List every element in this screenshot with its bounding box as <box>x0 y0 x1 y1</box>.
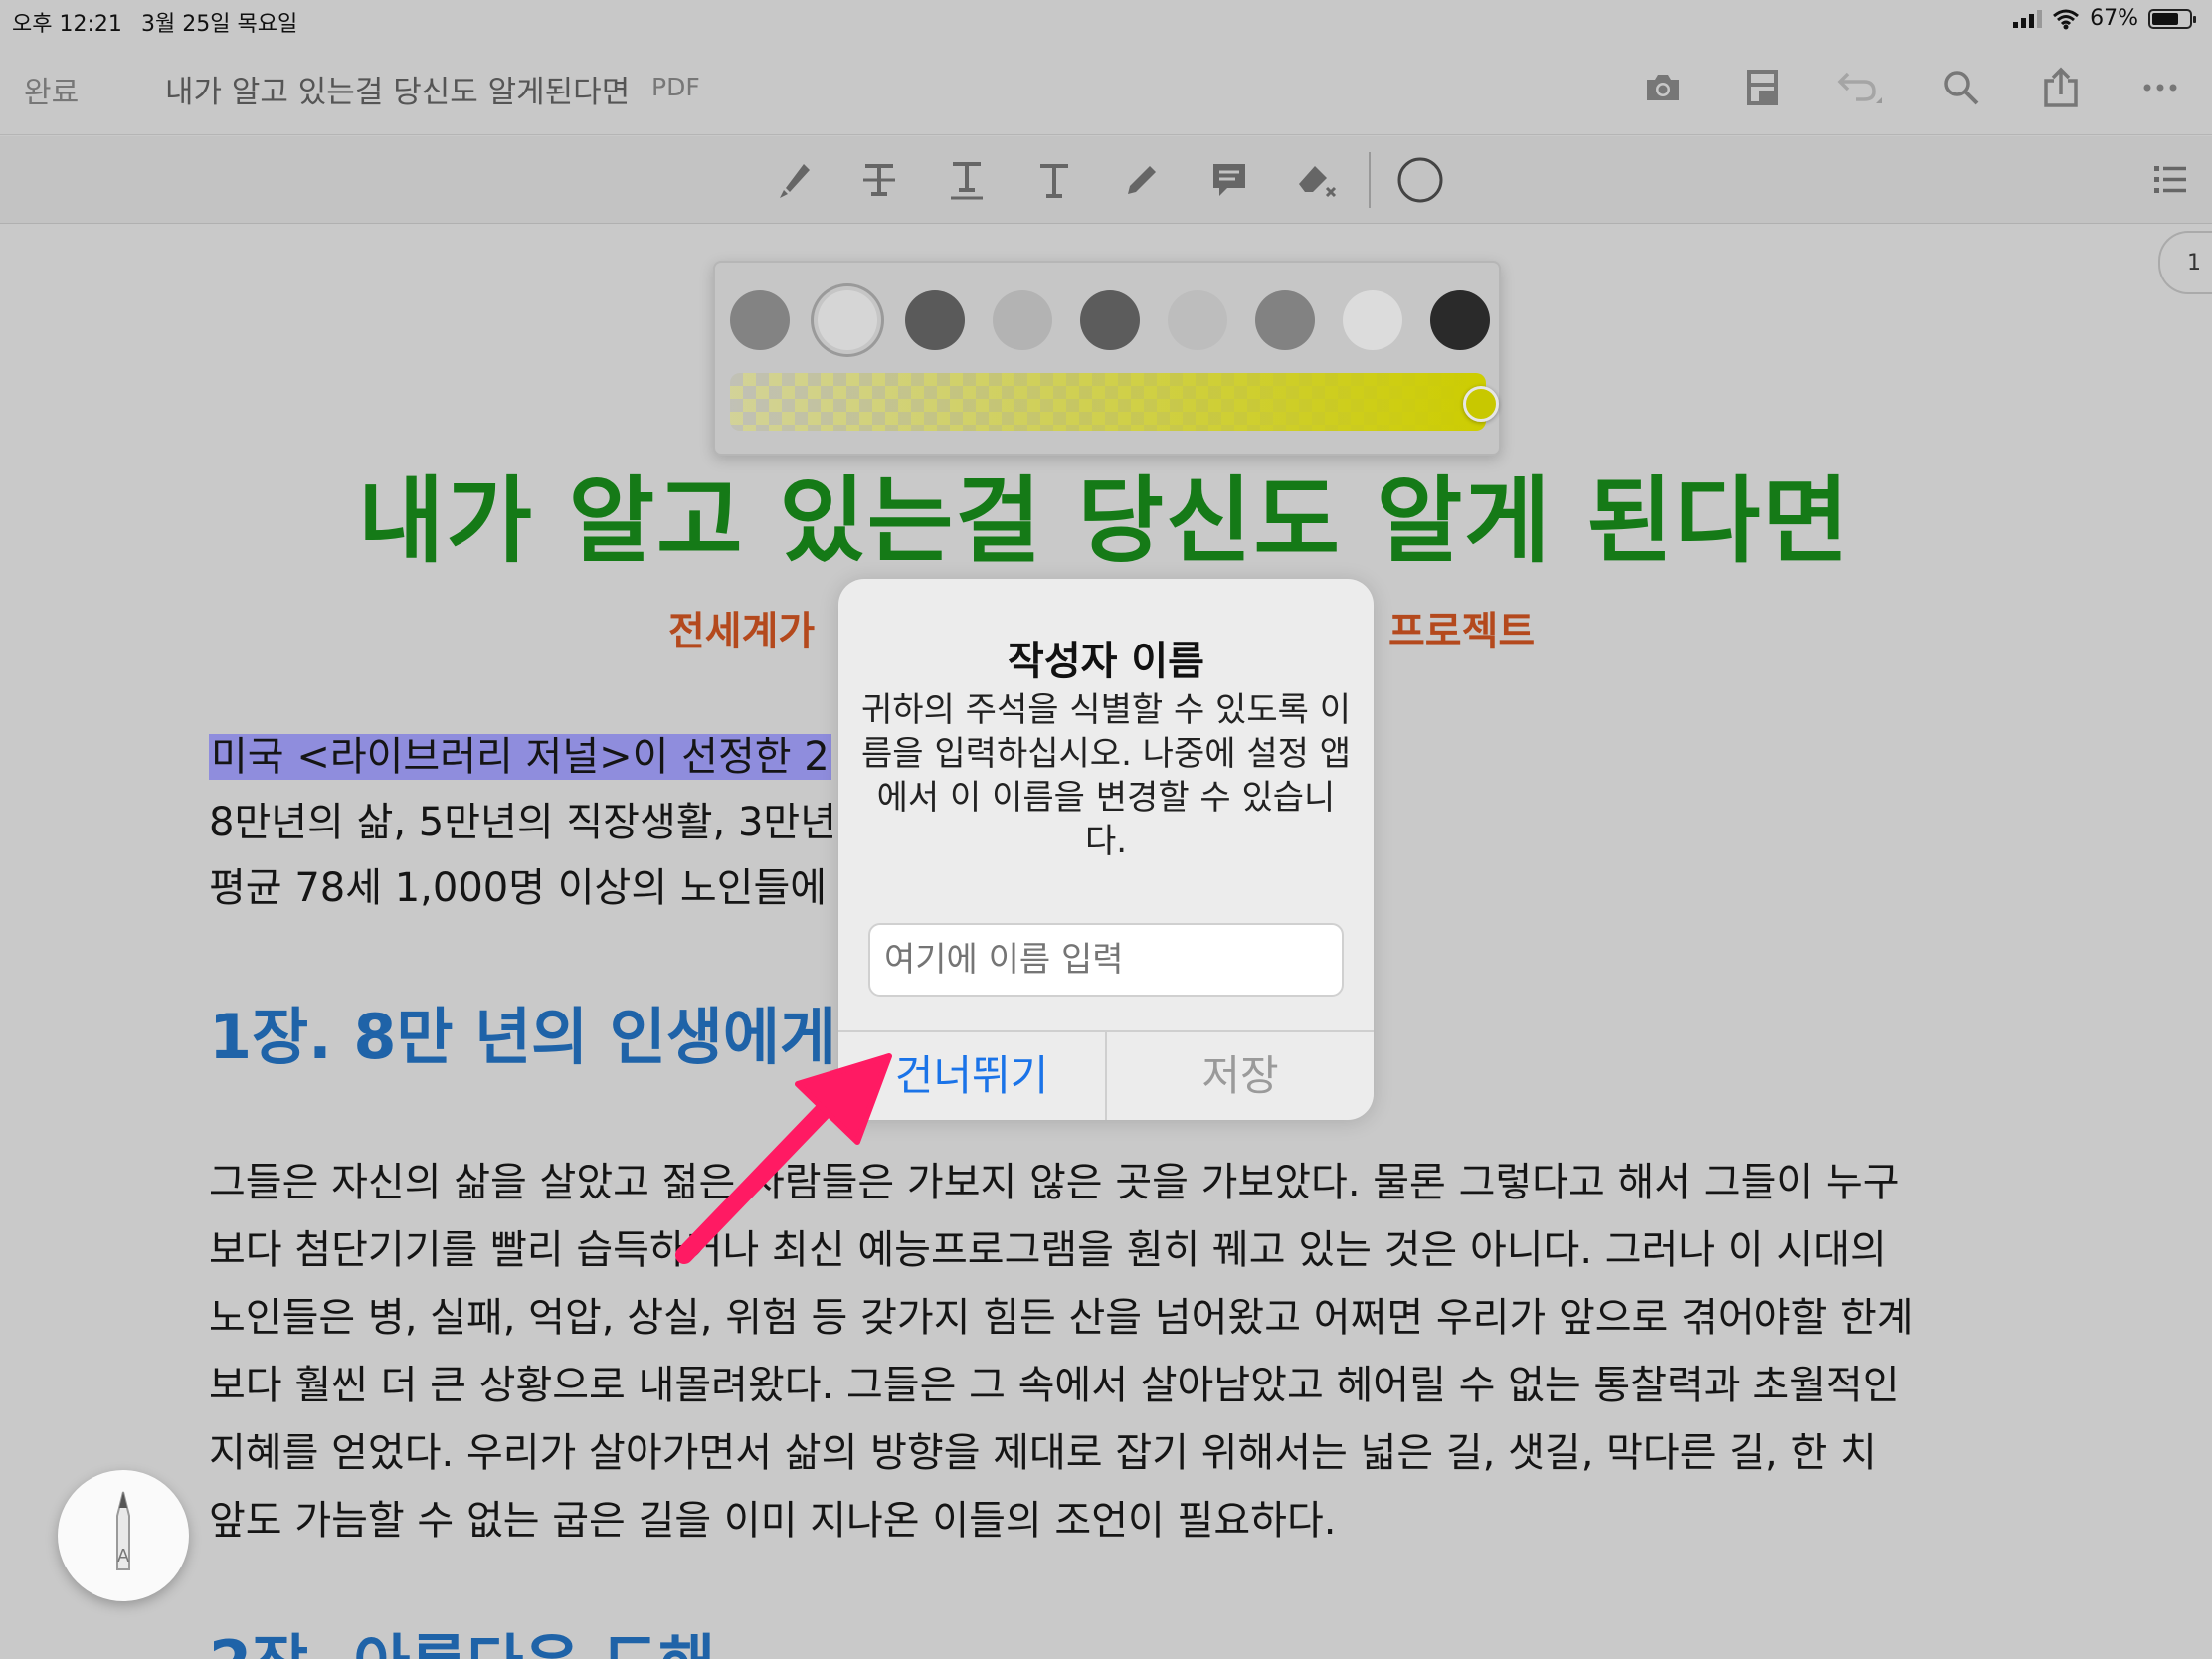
comment-icon[interactable] <box>1203 154 1255 206</box>
undo-icon[interactable] <box>1836 64 1884 111</box>
apple-pencil-icon: A <box>116 1491 130 1570</box>
underline-icon[interactable] <box>941 154 993 206</box>
status-date: 3월 25일 목요일 <box>141 12 298 37</box>
status-right: 67% <box>2013 6 2196 31</box>
author-name-input[interactable] <box>868 923 1344 997</box>
body-line: 노인들은 병, 실패, 억압, 상실, 위험 등 갖가지 힘든 산을 넘어왔고 … <box>209 1295 1914 1341</box>
strikethrough-icon[interactable] <box>853 154 905 206</box>
share-icon[interactable] <box>2037 64 2085 111</box>
skip-button[interactable]: 건너뛰기 <box>838 1032 1107 1120</box>
list-icon[interactable] <box>2144 154 2196 206</box>
status-time: 오후 12:21 <box>12 12 122 37</box>
intro-paragraph: 미국 <라이브러리 저널>이 선정한 2 8만년의 삶, 5만년의 직장생활, … <box>209 724 836 921</box>
body-line: 앞도 가늠할 수 없는 굽은 길을 이미 지나온 이들의 조언이 필요하다. <box>209 1498 1337 1544</box>
page-organize-icon[interactable] <box>1739 64 1786 111</box>
subtitle-left: 전세계가 <box>668 609 816 654</box>
color-swatch[interactable] <box>1430 290 1490 350</box>
author-name-dialog: 작성자 이름 귀하의 주석을 식별할 수 있도록 이름을 입력하십시오. 나중에… <box>838 579 1374 1120</box>
body-line: 보다 훨씬 더 큰 상황으로 내몰려왔다. 그들은 그 속에서 살아남았고 헤어… <box>209 1363 1900 1408</box>
toolbar-divider <box>1369 152 1371 208</box>
battery-icon <box>2148 8 2196 29</box>
wifi-icon <box>2053 9 2080 29</box>
intro-line: 8만년의 삶, 5만년의 직장생활, 3만년 <box>209 800 837 845</box>
body-line: 그들은 자신의 삶을 살았고 젊은 사람들은 가보지 않은 곳을 가보았다. 물… <box>209 1160 1900 1205</box>
pencil-icon[interactable] <box>1116 154 1168 206</box>
color-swatch[interactable] <box>905 290 965 350</box>
search-icon[interactable] <box>1937 64 1985 111</box>
subtitle-right: 프로젝트 <box>1388 609 1536 654</box>
eraser-icon[interactable] <box>1291 154 1343 206</box>
dialog-title: 작성자 이름 <box>1008 639 1204 684</box>
color-swatch[interactable] <box>1080 290 1140 350</box>
done-button[interactable]: 완료 <box>24 68 79 111</box>
color-swatch[interactable] <box>1168 290 1227 350</box>
chapter-heading: 2장. 아름다운 도해 <box>209 1613 715 1659</box>
camera-icon[interactable] <box>1639 64 1687 111</box>
color-picker-popover <box>713 261 1501 456</box>
document-type: PDF <box>651 73 700 101</box>
document-title: 내가 알고 있는걸 당신도 알게된다면 <box>165 75 631 110</box>
navigation-bar: 완료 내가 알고 있는걸 당신도 알게된다면 PDF <box>0 40 2212 135</box>
pencil-label: A <box>117 1546 130 1567</box>
pencil-tool-button[interactable]: A <box>58 1470 189 1601</box>
cellular-signal-icon <box>2013 9 2043 28</box>
color-swatch[interactable] <box>1255 290 1315 350</box>
battery-percent: 67% <box>2090 6 2138 31</box>
dialog-buttons: 건너뛰기 저장 <box>838 1030 1374 1120</box>
color-swatch[interactable] <box>993 290 1052 350</box>
shape-circle-icon[interactable] <box>1394 154 1446 206</box>
highlighter-icon[interactable] <box>768 154 820 206</box>
body-line: 지혜를 얻었다. 우리가 살아가면서 삶의 방향을 제대로 잡기 위해서는 넓은… <box>209 1430 1877 1476</box>
dialog-message: 귀하의 주석을 식별할 수 있도록 이름을 입력하십시오. 나중에 설정 앱에서… <box>861 690 1351 861</box>
text-icon[interactable] <box>1028 154 1080 206</box>
opacity-slider[interactable] <box>730 373 1486 431</box>
page-title: 내가 알고 있는걸 당신도 알게 된다면 <box>358 467 1851 576</box>
more-icon[interactable] <box>2136 64 2184 111</box>
save-button[interactable]: 저장 <box>1107 1032 1374 1120</box>
page-number-tab[interactable]: 1 <box>2158 231 2212 294</box>
chapter-heading: 1장. 8만 년의 인생에게 <box>209 1001 836 1073</box>
color-swatch[interactable] <box>730 290 790 350</box>
highlighted-text: 미국 <라이브러리 저널>이 선정한 2 <box>209 734 831 780</box>
annotation-toolbar <box>0 136 2212 224</box>
status-bar: 오후 12:21 3월 25일 목요일 67% <box>0 0 2212 40</box>
body-line: 보다 첨단기기를 빨리 습득하거나 최신 예능프로그램을 훤히 꿰고 있는 것은… <box>209 1227 1887 1273</box>
color-swatch[interactable] <box>818 290 877 350</box>
intro-line: 평균 78세 1,000명 이상의 노인들에 <box>209 865 828 911</box>
opacity-slider-knob[interactable] <box>1463 386 1499 422</box>
color-swatch[interactable] <box>1343 290 1402 350</box>
body-paragraph: 그들은 자신의 삶을 살았고 젊은 사람들은 가보지 않은 곳을 가보았다. 물… <box>209 1149 1914 1555</box>
